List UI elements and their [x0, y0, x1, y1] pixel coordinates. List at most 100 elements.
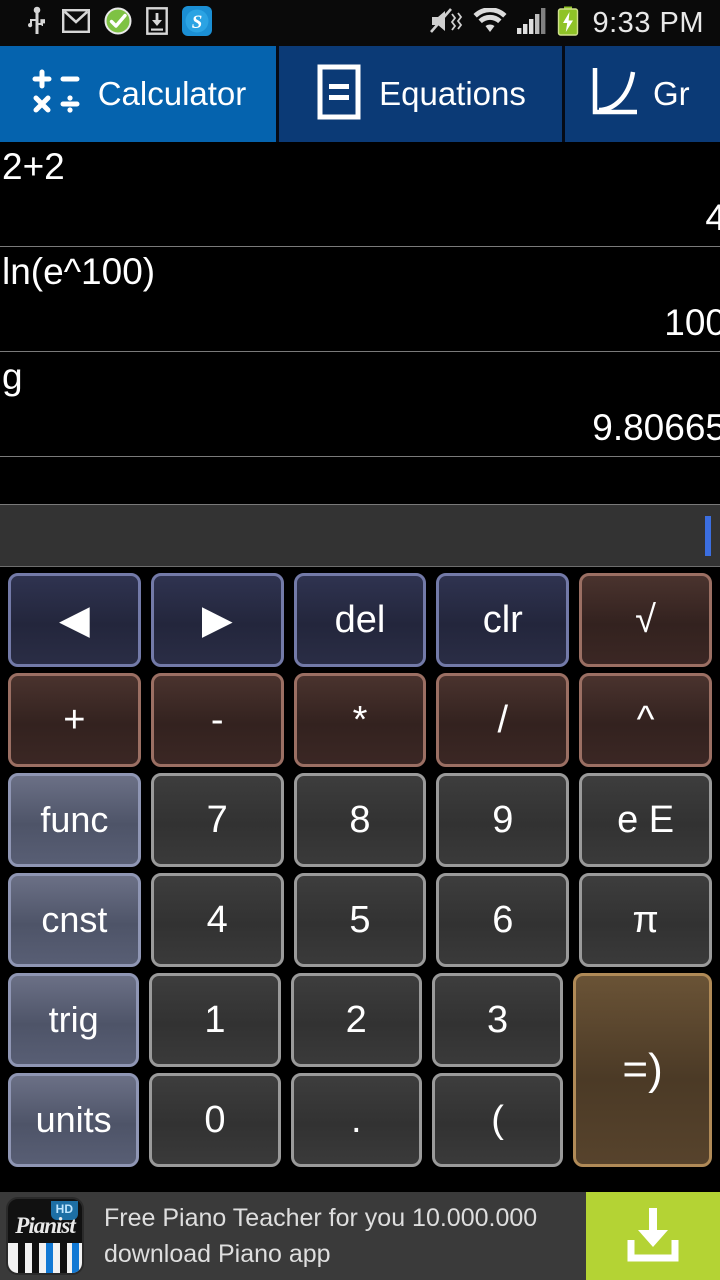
open-paren-label: ( — [491, 1098, 504, 1141]
cursor-left-button[interactable]: ◀ — [8, 573, 141, 667]
constants-button[interactable]: cnst — [8, 873, 141, 967]
keypad-rows-5-6-left: trig 1 2 3 units 0 . ( — [8, 973, 564, 1167]
arithmetic-operators-icon — [30, 66, 82, 123]
tab-calculator[interactable]: Calculator — [0, 46, 279, 142]
history-result: 4 — [705, 197, 720, 238]
divide-button[interactable]: / — [436, 673, 570, 767]
mute-vibrate-icon — [429, 7, 464, 40]
power-label: ^ — [636, 698, 655, 741]
decimal-point-button[interactable]: . — [290, 1073, 422, 1167]
digit-0-label: 0 — [204, 1098, 226, 1141]
history-list: 2+2 4 ln(e^100) 100 g 9.80665 — [0, 142, 720, 505]
status-bar-clock: 9:33 PM — [592, 6, 704, 39]
tab-bar: Calculator Equations Gr — [0, 46, 720, 142]
units-label: units — [35, 1099, 112, 1140]
digit-9-label: 9 — [492, 798, 514, 841]
history-result: 9.80665 — [592, 407, 720, 448]
keypad-rows-5-6: trig 1 2 3 units 0 . (=) — [8, 973, 712, 1167]
graph-curve-icon — [587, 64, 639, 125]
gmail-icon — [62, 8, 91, 38]
digit-1-button[interactable]: 1 — [149, 973, 281, 1067]
sqrt-button[interactable]: √ — [579, 573, 712, 667]
pi-button[interactable]: π — [579, 873, 712, 967]
trig-label: trig — [48, 999, 99, 1040]
equals-label: =) — [622, 1045, 663, 1094]
text-caret — [705, 516, 711, 556]
open-paren-button[interactable]: ( — [431, 1073, 564, 1167]
tab-graph-label: Gr — [653, 75, 690, 112]
digit-2-label: 2 — [345, 998, 367, 1041]
wifi-icon — [473, 6, 507, 39]
decimal-point-label: . — [350, 1098, 362, 1141]
plus-button[interactable]: + — [8, 673, 141, 767]
equals-column: =) — [573, 973, 712, 1167]
expression-input[interactable] — [0, 505, 720, 567]
battery-charging-icon — [557, 6, 579, 41]
status-bar-right-icons: 9:33 PM — [429, 6, 711, 41]
skype-icon: S — [182, 5, 212, 41]
power-button[interactable]: ^ — [579, 673, 712, 767]
digit-6-button[interactable]: 6 — [436, 873, 570, 967]
history-item[interactable]: g 9.80665 — [0, 352, 720, 457]
signal-bars-icon — [516, 7, 548, 40]
keypad-row-4: cnst 4 5 6 π — [8, 873, 712, 967]
history-item[interactable]: ln(e^100) 100 — [0, 247, 720, 352]
digit-2-button[interactable]: 2 — [290, 973, 422, 1067]
ad-text-line-2: download Piano app — [104, 1240, 331, 1268]
minus-button[interactable]: - — [150, 673, 284, 767]
digit-4-button[interactable]: 4 — [150, 873, 284, 967]
functions-button[interactable]: func — [8, 773, 141, 867]
delete-label: del — [334, 598, 386, 641]
keypad-row-3: func 7 8 9 e E — [8, 773, 712, 867]
ad-download-button[interactable] — [586, 1192, 720, 1280]
ad-app-icon: HD Pianist — [6, 1197, 84, 1275]
svg-text:S: S — [192, 12, 203, 33]
cursor-left-label: ◀ — [59, 598, 90, 642]
delete-button[interactable]: del — [293, 573, 427, 667]
ad-text-line-1: Free Piano Teacher for you 10.000.000 — [104, 1203, 538, 1232]
history-expression: g — [2, 356, 23, 397]
tab-graph[interactable]: Gr — [565, 46, 720, 142]
exponent-button[interactable]: e E — [579, 773, 712, 867]
history-item[interactable]: 2+2 4 — [0, 142, 720, 247]
history-expression: 2+2 — [2, 146, 65, 187]
keypad-row-6: units 0 . ( — [8, 1073, 564, 1167]
status-bar-left-icons: S — [10, 5, 212, 41]
piano-keys-icon — [8, 1243, 82, 1273]
history-result: 100 — [664, 302, 720, 343]
units-button[interactable]: units — [8, 1073, 140, 1167]
keypad-row-5: trig 1 2 3 — [8, 973, 564, 1067]
multiply-button[interactable]: * — [293, 673, 427, 767]
cursor-right-button[interactable]: ▶ — [150, 573, 284, 667]
tab-equations-label: Equations — [379, 75, 526, 112]
digit-7-button[interactable]: 7 — [150, 773, 284, 867]
digit-7-label: 7 — [206, 798, 228, 841]
ad-app-name: Pianist — [15, 1213, 75, 1238]
usb-icon — [26, 6, 48, 41]
tab-equations[interactable]: Equations — [279, 46, 565, 142]
download-to-device-icon — [146, 6, 168, 40]
minus-label: - — [210, 698, 224, 741]
equals-button[interactable]: =) — [573, 973, 712, 1167]
history-empty-row — [0, 457, 720, 505]
functions-label: func — [40, 799, 109, 840]
plus-label: + — [63, 698, 86, 741]
keypad: ◀ ▶ del clr √ + - * / ^ func 7 8 9 e E c… — [0, 567, 720, 1171]
calculator-app-screen: S 9:33 PM Calculator Equations Gr 2+2 4 … — [0, 0, 720, 1280]
digit-3-button[interactable]: 3 — [431, 973, 564, 1067]
multiply-label: * — [352, 698, 368, 741]
digit-1-label: 1 — [204, 998, 226, 1041]
digit-5-button[interactable]: 5 — [293, 873, 427, 967]
clear-label: clr — [482, 598, 523, 641]
cursor-right-label: ▶ — [201, 598, 233, 642]
clear-button[interactable]: clr — [436, 573, 570, 667]
ad-banner[interactable]: HD Pianist Free Piano Teacher for you 10… — [0, 1192, 720, 1280]
digit-9-button[interactable]: 9 — [436, 773, 570, 867]
digit-8-button[interactable]: 8 — [293, 773, 427, 867]
digit-0-button[interactable]: 0 — [149, 1073, 281, 1167]
download-icon — [621, 1204, 685, 1269]
tab-calculator-label: Calculator — [97, 75, 247, 112]
digit-8-label: 8 — [349, 798, 371, 841]
keypad-row-2: + - * / ^ — [8, 673, 712, 767]
trig-button[interactable]: trig — [8, 973, 140, 1067]
